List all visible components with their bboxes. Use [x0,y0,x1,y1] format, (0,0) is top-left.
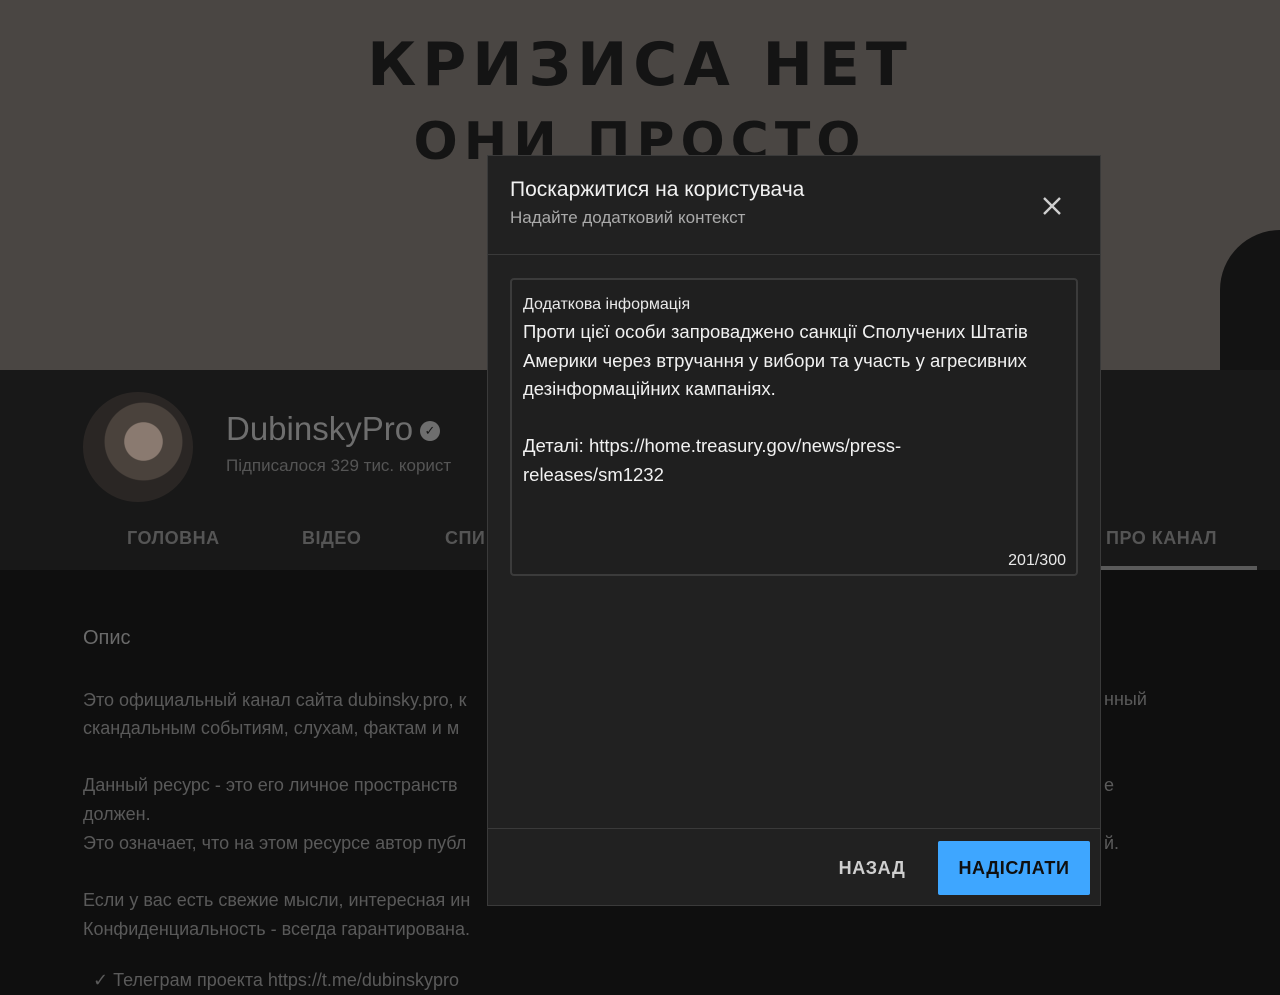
tab-about[interactable]: ПРО КАНАЛ [1106,528,1217,549]
description-line: Данный ресурс - это его личное пространс… [83,775,458,795]
description-line: скандальным событиям, слухам, фактам и м [83,718,460,738]
telegram-link[interactable]: ✓ Телеграм проекта https://t.me/dubinsky… [93,966,513,995]
description-line-end: й. [1104,833,1120,853]
tab-playlists[interactable]: СПИ [445,528,485,549]
description-heading: Опис [83,627,131,649]
back-button[interactable]: НАЗАД [821,842,923,894]
dialog-title: Поскаржитися на користувача [510,178,805,201]
additional-info-textarea[interactable]: Додаткова інформація Проти цієї особи за… [510,278,1078,576]
tab-home[interactable]: ГОЛОВНА [127,528,220,549]
dialog-subtitle: Надайте додатковий контекст [510,208,746,227]
channel-avatar[interactable] [83,392,193,502]
character-counter: 201/300 [1008,552,1066,569]
description-line: должен. [83,804,151,824]
send-button[interactable]: НАДІСЛАТИ [938,841,1090,895]
description-line: Это официальный канал сайта dubinsky.pro… [83,690,467,710]
banner-figure [1220,230,1280,370]
textarea-label: Додаткова інформація [523,296,691,313]
verified-check-icon: ✓ [420,421,440,441]
description-line: Конфиденциальность - всегда гарантирован… [83,919,471,939]
tab-videos[interactable]: ВІДЕО [302,528,361,549]
close-button[interactable] [1032,186,1072,226]
channel-name[interactable]: DubinskyPro [226,410,413,448]
textarea-value[interactable]: Проти цієї особи запроваджено санкції Сп… [523,318,1063,490]
description-line: Если у вас есть свежие мысли, интересная… [83,890,471,910]
subscriber-count: Підписалося 329 тис. корист [226,456,452,475]
description-line-end: нный [1104,689,1147,709]
dialog-divider [488,254,1100,255]
description-line-end: е [1104,775,1115,795]
dialog-footer-divider [488,828,1100,829]
close-icon [1043,197,1061,215]
description-line: Это означает, что на этом ресурсе автор … [83,833,467,853]
banner-text-line1: КРИЗИСА НЕТ [367,30,913,100]
tab-active-indicator [1100,566,1257,570]
report-user-dialog: Поскаржитися на користувача Надайте дода… [487,155,1101,906]
